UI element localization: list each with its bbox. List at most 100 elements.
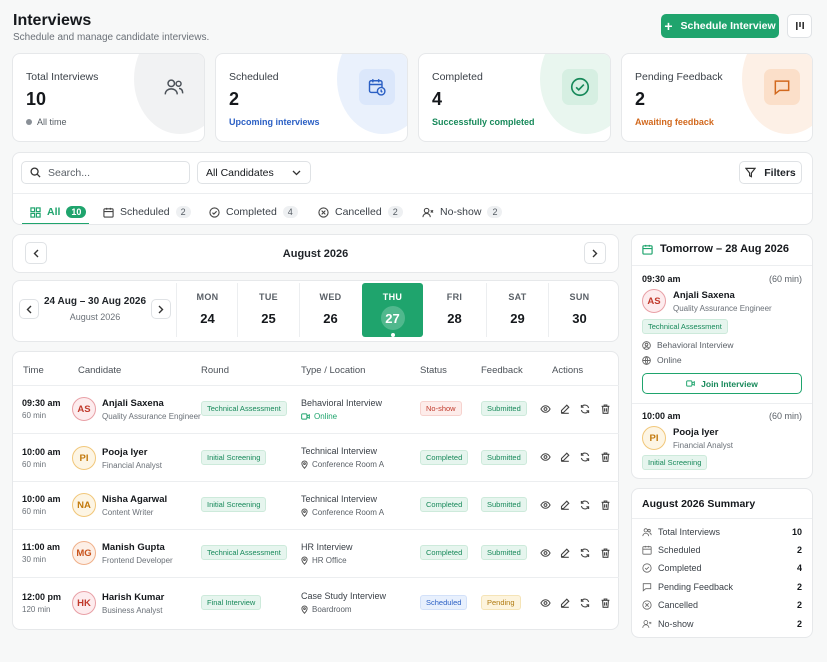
filters-button[interactable]: Filters — [739, 161, 802, 184]
stat-card-total: Total Interviews 10 All time — [12, 53, 205, 142]
stat-card-completed: Completed 4 Successfully completed — [418, 53, 611, 142]
tab-no-show[interactable]: No-show 2 — [422, 200, 503, 224]
feedback-badge: Submitted — [481, 497, 527, 512]
next-month-button[interactable] — [584, 242, 606, 264]
trash-action-icon[interactable] — [599, 597, 611, 609]
user-x-icon — [642, 620, 652, 628]
stat-card-pending-feedback: Pending Feedback 2 Awaiting feedback — [621, 53, 813, 142]
users-icon — [156, 69, 192, 105]
eye-action-icon[interactable] — [539, 597, 551, 609]
user-circle-icon — [642, 340, 651, 350]
week-month: August 2026 — [69, 312, 121, 322]
search-icon — [30, 167, 41, 178]
trash-action-icon[interactable] — [599, 499, 611, 511]
table-row: 11:00 am 30 min — [22, 542, 61, 564]
check-circle-icon — [642, 563, 652, 573]
schedule-interview-button[interactable]: + Schedule Interview — [661, 14, 779, 38]
day-sat[interactable]: SAT 29 — [487, 283, 548, 337]
status-badge: Completed — [420, 497, 469, 512]
col-feedback: Feedback — [481, 365, 523, 376]
dot-icon — [26, 119, 32, 125]
prev-week-button[interactable] — [19, 299, 39, 319]
col-round: Round — [201, 365, 229, 376]
trash-action-icon[interactable] — [599, 403, 611, 415]
round-badge: Technical Assessment — [201, 545, 287, 560]
plus-icon: + — [664, 18, 673, 34]
message-icon — [764, 69, 800, 105]
trash-action-icon[interactable] — [599, 451, 611, 463]
week-range: 24 Aug – 30 Aug 2026 — [43, 296, 147, 307]
edit-action-icon[interactable] — [559, 597, 571, 609]
summary-title: August 2026 Summary — [642, 498, 756, 510]
day-sun[interactable]: SUN 30 — [549, 283, 610, 337]
chevron-right-icon — [592, 249, 598, 257]
page-title: Interviews — [13, 12, 92, 29]
location-pin-icon — [301, 605, 308, 614]
eye-action-icon[interactable] — [539, 403, 551, 415]
edit-action-icon[interactable] — [559, 499, 571, 511]
layout-toggle-button[interactable] — [787, 14, 812, 38]
join-interview-button[interactable]: Join Interview — [642, 373, 802, 394]
avatar: HK — [72, 591, 96, 615]
event-dot — [390, 333, 395, 337]
feedback-badge: Submitted — [481, 545, 527, 560]
check-circle-icon — [209, 206, 220, 218]
col-candidate: Candidate — [78, 365, 122, 376]
eye-action-icon[interactable] — [539, 547, 551, 559]
feedback-badge: Submitted — [481, 401, 527, 416]
day-tue[interactable]: TUE 25 — [238, 283, 299, 337]
eye-action-icon[interactable] — [539, 451, 551, 463]
edit-action-icon[interactable] — [559, 451, 571, 463]
tab-all[interactable]: All 10 — [30, 200, 87, 224]
tab-completed[interactable]: Completed 4 — [209, 200, 298, 224]
location-pin-icon — [301, 556, 308, 565]
reschedule-action-icon[interactable] — [579, 499, 591, 511]
tab-cancelled[interactable]: Cancelled 2 — [318, 200, 403, 224]
table-row: 12:00 pm 120 min — [22, 592, 62, 614]
trash-action-icon[interactable] — [599, 547, 611, 559]
day-wed[interactable]: WED 26 — [300, 283, 361, 337]
search-input[interactable]: Search... — [21, 161, 190, 184]
next-week-button[interactable] — [151, 299, 171, 319]
round-badge: Technical Assessment — [642, 319, 728, 334]
day-mon[interactable]: MON 24 — [177, 283, 238, 337]
avatar: MG — [72, 541, 96, 565]
reschedule-action-icon[interactable] — [579, 597, 591, 609]
check-circle-icon — [562, 69, 598, 105]
message-icon — [642, 583, 652, 592]
round-badge: Technical Assessment — [201, 401, 287, 416]
users-icon — [642, 528, 652, 537]
filter-icon — [745, 167, 757, 178]
x-circle-icon — [318, 206, 329, 218]
round-badge: Initial Screening — [201, 450, 267, 465]
col-time: Time — [23, 365, 44, 376]
day-fri[interactable]: FRI 28 — [424, 283, 485, 337]
reschedule-action-icon[interactable] — [579, 547, 591, 559]
globe-icon — [642, 355, 651, 365]
round-badge: Initial Screening — [201, 497, 267, 512]
reschedule-action-icon[interactable] — [579, 451, 591, 463]
table-row: 10:00 am 60 min — [22, 494, 61, 516]
col-actions: Actions — [552, 365, 584, 376]
reschedule-action-icon[interactable] — [579, 403, 591, 415]
chevron-right-icon — [158, 305, 164, 313]
x-circle-icon — [642, 600, 652, 610]
status-badge: Completed — [420, 545, 469, 560]
day-thu-selected[interactable]: THU 27 — [362, 283, 423, 337]
feedback-badge: Pending — [481, 595, 521, 610]
status-badge: Completed — [420, 450, 469, 465]
avatar: AS — [72, 397, 96, 421]
page-subtitle: Schedule and manage candidate interviews… — [13, 32, 210, 43]
tab-scheduled[interactable]: Scheduled 2 — [103, 200, 191, 224]
candidate-select[interactable]: All Candidates — [197, 161, 311, 184]
edit-action-icon[interactable] — [559, 547, 571, 559]
calendar-icon — [642, 545, 652, 555]
avatar: AS — [642, 289, 666, 313]
avatar: PI — [72, 446, 96, 470]
table-row: 10:00 am 60 min — [22, 447, 61, 469]
edit-action-icon[interactable] — [559, 403, 571, 415]
video-icon — [301, 413, 310, 420]
eye-action-icon[interactable] — [539, 499, 551, 511]
chevron-left-icon — [26, 305, 32, 313]
month-label: August 2026 — [282, 248, 349, 260]
